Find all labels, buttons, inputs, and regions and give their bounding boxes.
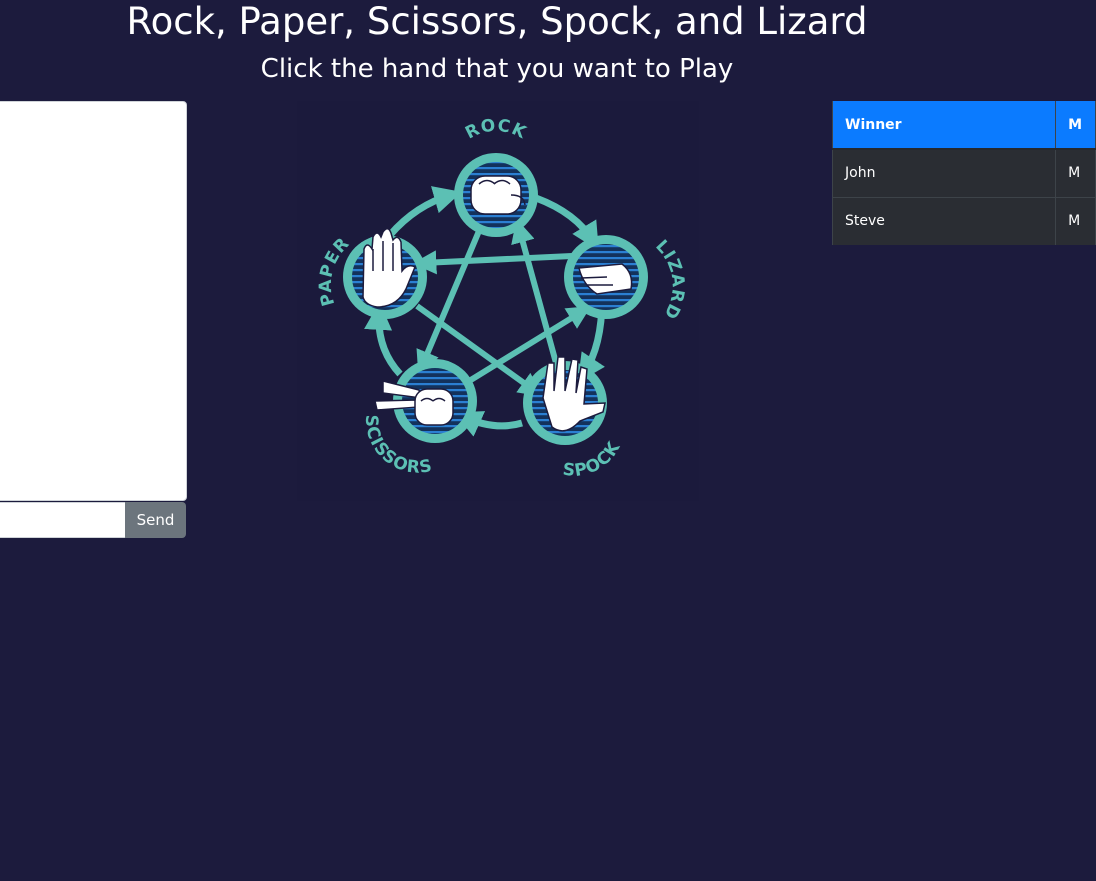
table-header-row: Winner M [831, 101, 1096, 150]
page: Rock, Paper, Scissors, Spock, and Lizard… [0, 0, 1096, 881]
table-cell: M [1055, 196, 1096, 245]
rock-hand[interactable] [454, 153, 538, 237]
arrow-scissors-paper [364, 301, 403, 377]
scoreboard-table: Winner M John M Steve M [831, 101, 1096, 245]
table-cell: Steve [831, 196, 1057, 245]
lizard-label: LIZARD [651, 236, 688, 322]
column-header-second: M [1055, 101, 1096, 150]
table-row: Steve M [831, 196, 1096, 245]
game-board: ROCK LIZARD SPOCK SCISSORS PAPER [297, 101, 699, 501]
rpsls-diagram: ROCK LIZARD SPOCK SCISSORS PAPER [316, 116, 688, 482]
chat-message-input[interactable] [0, 502, 125, 538]
arrow-rock-lizard [534, 194, 599, 251]
table-cell: John [831, 148, 1057, 197]
table-cell: M [1055, 148, 1096, 197]
column-header-winner: Winner [831, 101, 1057, 150]
table-row: John M [831, 148, 1096, 197]
page-subtitle: Click the hand that you want to Play [260, 54, 734, 84]
send-button[interactable]: Send [125, 502, 186, 538]
rock-label: ROCK [462, 116, 530, 144]
arrow-paper-rock [387, 186, 462, 238]
chat-messages[interactable] [0, 101, 187, 501]
arrow-lizard-paper [412, 250, 573, 275]
spock-hand[interactable] [523, 356, 607, 445]
scissors-hand[interactable] [374, 359, 477, 443]
lizard-hand[interactable] [564, 235, 648, 319]
page-title: Rock, Paper, Scissors, Spock, and Lizard [126, 0, 868, 43]
paper-hand[interactable] [343, 228, 427, 319]
